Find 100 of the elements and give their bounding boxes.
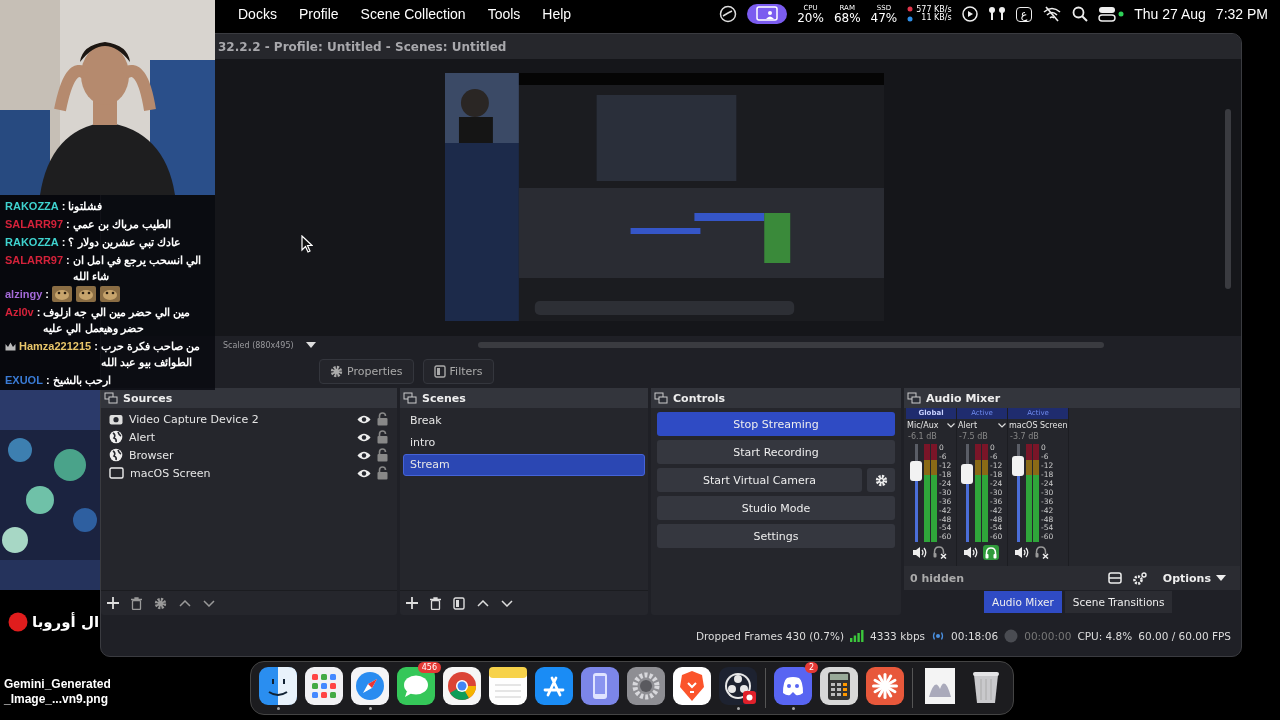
- lock-icon[interactable]: [377, 430, 388, 444]
- trash-icon[interactable]: [430, 596, 441, 610]
- dock-icon[interactable]: [104, 392, 118, 404]
- dock-icon[interactable]: [403, 392, 417, 404]
- wifi-off-icon[interactable]: [1042, 6, 1063, 22]
- app-store-icon[interactable]: [535, 666, 573, 705]
- chat-text: الي انسحب يرجع في امل ان شاء الله: [72, 253, 203, 284]
- dock-tab[interactable]: Scene Transitions: [1064, 591, 1173, 613]
- slider-thumb[interactable]: [910, 461, 922, 482]
- headphones-icon[interactable]: [983, 545, 999, 560]
- settings-button[interactable]: [867, 468, 895, 492]
- eye-icon[interactable]: [357, 450, 371, 460]
- compass-icon[interactable]: [351, 666, 389, 705]
- stat-value: 68%: [833, 11, 861, 24]
- channel-name[interactable]: Alert: [958, 421, 978, 430]
- source-item[interactable]: macOS Screen: [104, 464, 394, 482]
- plus-icon[interactable]: [406, 597, 418, 609]
- search-icon[interactable]: [1072, 6, 1089, 22]
- scrollbar[interactable]: [477, 342, 1104, 348]
- notepad-icon[interactable]: [489, 666, 527, 705]
- chat-username: EXUOL: [5, 373, 43, 388]
- earbuds-icon[interactable]: [987, 6, 1006, 22]
- control-button[interactable]: Start Virtual Camera: [657, 468, 862, 492]
- play-icon[interactable]: [961, 6, 978, 22]
- eye-icon[interactable]: [357, 432, 371, 442]
- headphones-muted-icon[interactable]: [1034, 545, 1050, 560]
- speaker-icon[interactable]: [912, 546, 928, 559]
- scrollbar[interactable]: [1225, 109, 1231, 289]
- panel-title: Controls: [673, 391, 726, 405]
- menubar-date[interactable]: Thu 27 Aug: [1134, 6, 1206, 22]
- dock-tab[interactable]: Audio Mixer: [984, 591, 1062, 613]
- grid-icon[interactable]: [305, 666, 343, 705]
- speaker-icon[interactable]: [963, 546, 979, 559]
- chat-text: عادك تبي عشرين دولار ؟: [68, 235, 181, 250]
- input-source-indicator[interactable]: ع: [1015, 6, 1033, 22]
- record-time: 00:00:00: [1024, 630, 1072, 642]
- source-item[interactable]: Alert: [104, 428, 394, 446]
- gear-icon: [874, 473, 888, 487]
- filters-button[interactable]: Filters: [422, 358, 494, 384]
- preview-scale-label[interactable]: Scaled (880x495): [223, 340, 294, 350]
- menubar-time[interactable]: 7:32 PM: [1215, 6, 1268, 22]
- control-button[interactable]: Settings: [657, 524, 895, 548]
- menu-item[interactable]: Profile: [298, 6, 339, 22]
- chat-text: الطيب مرباك بن عمي: [72, 217, 171, 232]
- menu-item[interactable]: Scene Collection: [360, 6, 466, 22]
- scene-item[interactable]: Break: [403, 410, 645, 432]
- phone-icon[interactable]: [581, 666, 619, 705]
- options-button[interactable]: Options: [1156, 570, 1232, 586]
- gear-icon: [330, 364, 343, 378]
- dock-icon[interactable]: [654, 392, 668, 404]
- slider-thumb[interactable]: [961, 464, 973, 485]
- caret-icon[interactable]: [305, 342, 316, 348]
- starburst-icon[interactable]: [866, 666, 904, 705]
- eye-icon[interactable]: [357, 468, 371, 478]
- panel-title: Scenes: [422, 391, 466, 405]
- file-name[interactable]: Gemini_Generated: [4, 677, 111, 692]
- volume-slider[interactable]: [1012, 444, 1024, 542]
- plus-icon[interactable]: [107, 597, 119, 609]
- lock-icon[interactable]: [377, 448, 388, 462]
- face-icon[interactable]: [259, 666, 297, 705]
- lock-icon[interactable]: [377, 466, 388, 480]
- circles-icon[interactable]: [719, 666, 757, 705]
- properties-button[interactable]: Properties: [319, 358, 414, 384]
- calculator-icon[interactable]: [820, 666, 858, 705]
- source-item[interactable]: Video Capture Device 2: [104, 410, 394, 428]
- scene-item[interactable]: Stream: [403, 454, 645, 476]
- color-wheel-icon[interactable]: [443, 666, 481, 705]
- shield-icon[interactable]: [673, 666, 711, 705]
- speaker-icon[interactable]: [1014, 546, 1030, 559]
- screen-share-icon[interactable]: [747, 4, 788, 24]
- channel-name[interactable]: Mic/Aux: [907, 421, 939, 430]
- volume-slider[interactable]: [910, 444, 922, 542]
- network-dots-icon: [907, 5, 914, 23]
- slider-thumb[interactable]: [1012, 456, 1024, 477]
- headphones-muted-icon[interactable]: [932, 545, 948, 560]
- ticker-text: ال أوروبا: [32, 613, 100, 631]
- dial-icon[interactable]: [719, 5, 738, 23]
- gear-icon[interactable]: [1131, 571, 1147, 585]
- channel-name[interactable]: macOS Screen: [1009, 421, 1068, 430]
- menu-item[interactable]: Docks: [238, 6, 277, 22]
- layout-icon[interactable]: [1107, 572, 1122, 584]
- menu-item[interactable]: Tools: [487, 6, 521, 22]
- eye-icon[interactable]: [357, 414, 371, 424]
- dock-icon[interactable]: [907, 392, 921, 404]
- scene-item[interactable]: intro: [403, 432, 645, 454]
- gear-icon[interactable]: [154, 596, 167, 610]
- filter-icon[interactable]: [453, 596, 465, 610]
- chevron-up-icon[interactable]: [179, 599, 191, 607]
- chevron-down-icon[interactable]: [203, 599, 215, 607]
- chat-separator: :: [45, 373, 50, 388]
- control-button[interactable]: Start Recording: [657, 440, 895, 464]
- lock-icon[interactable]: [377, 412, 388, 426]
- source-item[interactable]: Browser: [104, 446, 394, 464]
- file-name[interactable]: _Image_...vn9.png: [4, 692, 111, 707]
- volume-slider[interactable]: [961, 444, 973, 542]
- control-button[interactable]: Studio Mode: [657, 496, 895, 520]
- control-center-icon[interactable]: [1098, 6, 1125, 22]
- gear-icon[interactable]: [627, 666, 665, 705]
- menu-item[interactable]: Help: [542, 6, 572, 22]
- control-button[interactable]: Stop Streaming: [657, 412, 895, 436]
